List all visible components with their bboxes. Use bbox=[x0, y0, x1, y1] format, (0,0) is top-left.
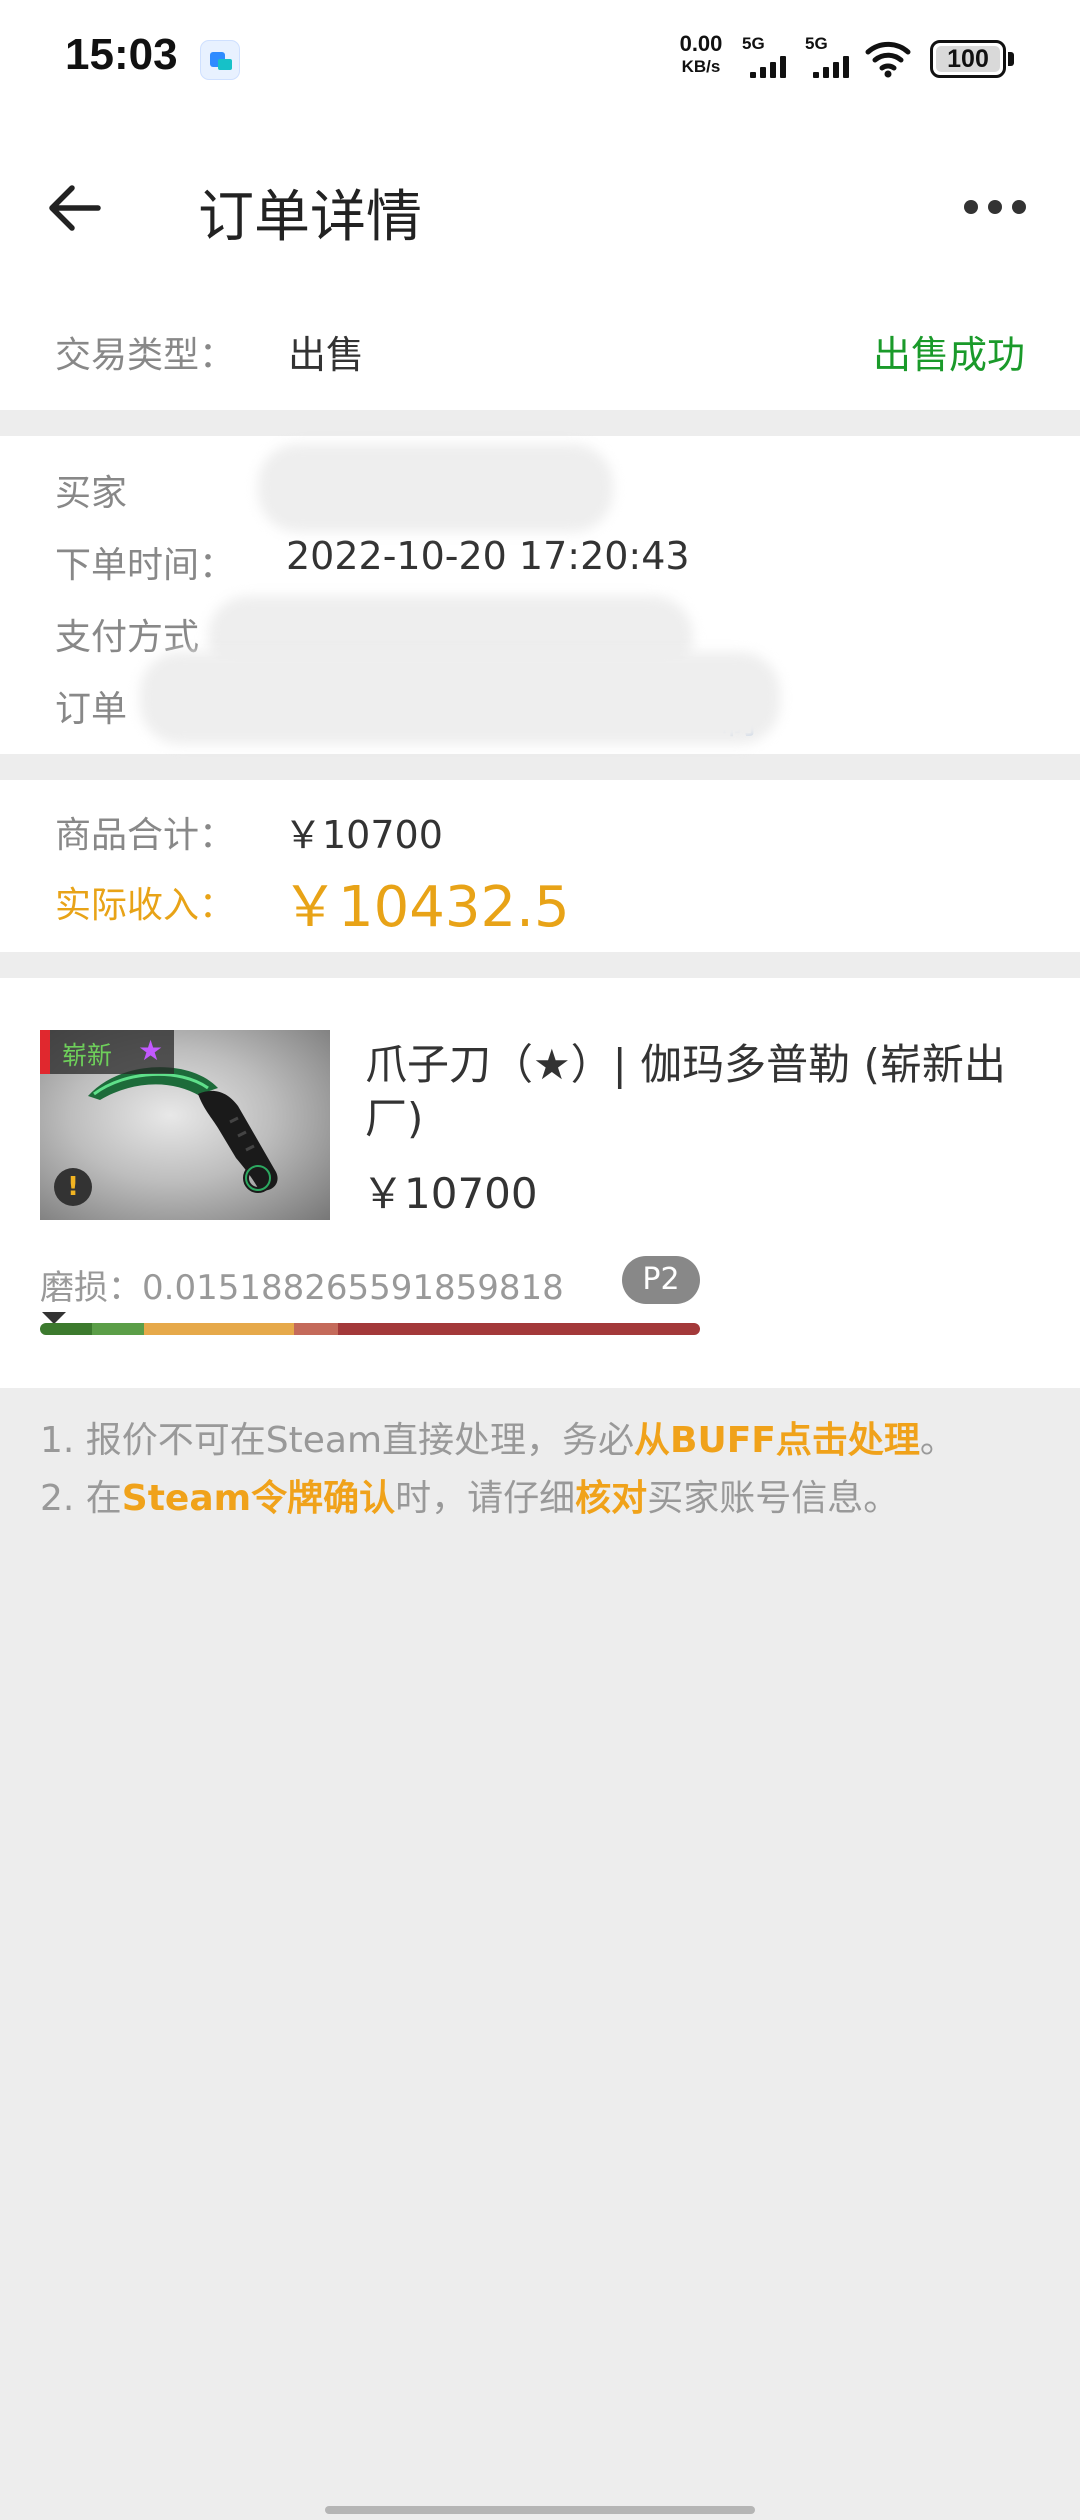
network-speed: 0.00 KB/s bbox=[670, 31, 732, 76]
trade-status: 出售成功 bbox=[872, 333, 1025, 377]
order-time-value: 2022-10-20 17:20:43 bbox=[286, 534, 690, 578]
sim1-label: 5G bbox=[742, 34, 765, 53]
notice-line-2-highlight-2: 核对 bbox=[575, 1478, 648, 1519]
home-indicator[interactable] bbox=[325, 2506, 755, 2514]
sim2-label: 5G bbox=[805, 34, 828, 53]
exterior-tag: 崭新 ★ bbox=[40, 1030, 174, 1074]
more-options-icon[interactable] bbox=[950, 186, 1040, 226]
order-info-section: 买家 下单时间： 2022-10-20 17:20:43 支付方式 订单 制 bbox=[0, 436, 1080, 754]
notice-line-2-highlight-1: Steam令牌确认 bbox=[121, 1478, 396, 1519]
redacted-order-number bbox=[140, 652, 780, 744]
exterior-tag-text: 崭新 bbox=[62, 1041, 113, 1070]
phase-badge: P2 bbox=[622, 1256, 700, 1304]
wifi-icon bbox=[865, 41, 911, 78]
notice-line-1-end: 。 bbox=[919, 1420, 956, 1461]
item-name[interactable]: 爪子刀（★）| 伽玛多普勒 (崭新出厂) bbox=[365, 1038, 1025, 1146]
battery-level: 100 bbox=[947, 45, 989, 73]
actual-income-label: 实际收入： bbox=[55, 885, 236, 926]
notice-line-2: 2. 在Steam令牌确认时，请仔细核对买家账号信息。 bbox=[40, 1470, 1050, 1528]
network-speed-unit: KB/s bbox=[681, 57, 721, 76]
notice-line-2-text: 2. 在 bbox=[40, 1478, 122, 1519]
battery-tip bbox=[1008, 52, 1014, 66]
notice-line-2-end: 买家账号信息。 bbox=[647, 1478, 900, 1519]
notice-text: 1. 报价不可在Steam直接处理，务必从BUFF点击处理。 2. 在Steam… bbox=[40, 1412, 1050, 1528]
order-time-label: 下单时间： bbox=[55, 545, 236, 586]
redacted-buyer bbox=[258, 444, 613, 532]
notice-line-1-text: 1. 报价不可在Steam直接处理，务必 bbox=[40, 1420, 635, 1461]
item-price: ￥10700 bbox=[362, 1169, 538, 1218]
subtotal-value: ￥10700 bbox=[284, 813, 443, 857]
signal-sim1-icon: 5G bbox=[742, 34, 792, 78]
notification-app-icon bbox=[200, 40, 240, 80]
actual-income-value: ￥10432.5 bbox=[282, 875, 570, 940]
signal-sim2-icon: 5G bbox=[805, 34, 855, 78]
trade-type-row: 交易类型： 出售 出售成功 bbox=[0, 294, 1080, 410]
notice-line-1: 1. 报价不可在Steam直接处理，务必从BUFF点击处理。 bbox=[40, 1412, 1050, 1470]
wear-value: 磨损：0.015188265591859818 bbox=[40, 1268, 564, 1308]
subtotal-label: 商品合计： bbox=[55, 815, 236, 856]
notice-line-1-highlight: 从BUFF点击处理 bbox=[634, 1420, 920, 1461]
status-time: 15:03 bbox=[65, 30, 178, 79]
network-speed-value: 0.00 bbox=[679, 31, 723, 56]
wear-bar bbox=[40, 1323, 700, 1335]
star-icon: ★ bbox=[138, 1034, 164, 1067]
totals-section: 商品合计： ￥10700 实际收入： ￥10432.5 bbox=[0, 780, 1080, 952]
notice-line-2-mid: 时，请仔细 bbox=[395, 1478, 576, 1519]
order-number-label: 订单 bbox=[55, 689, 128, 730]
app-bar: 订单详情 bbox=[0, 116, 1080, 294]
status-bar: 15:03 0.00 KB/s 5G 5G 100 bbox=[0, 0, 1080, 116]
buyer-label: 买家 bbox=[55, 473, 128, 514]
warning-icon: ! bbox=[54, 1168, 92, 1206]
battery-icon: 100 bbox=[930, 40, 1006, 78]
item-card[interactable]: 崭新 ★ ! 爪子刀（★）| 伽玛多普勒 (崭新出厂) ￥10700 磨损：0.… bbox=[0, 978, 1080, 1388]
page-title: 订单详情 bbox=[198, 185, 422, 250]
item-image[interactable]: 崭新 ★ ! bbox=[40, 1030, 330, 1220]
trade-type-label: 交易类型： bbox=[55, 335, 236, 376]
back-arrow-icon[interactable] bbox=[40, 172, 112, 244]
trade-type-value: 出售 bbox=[288, 333, 365, 377]
